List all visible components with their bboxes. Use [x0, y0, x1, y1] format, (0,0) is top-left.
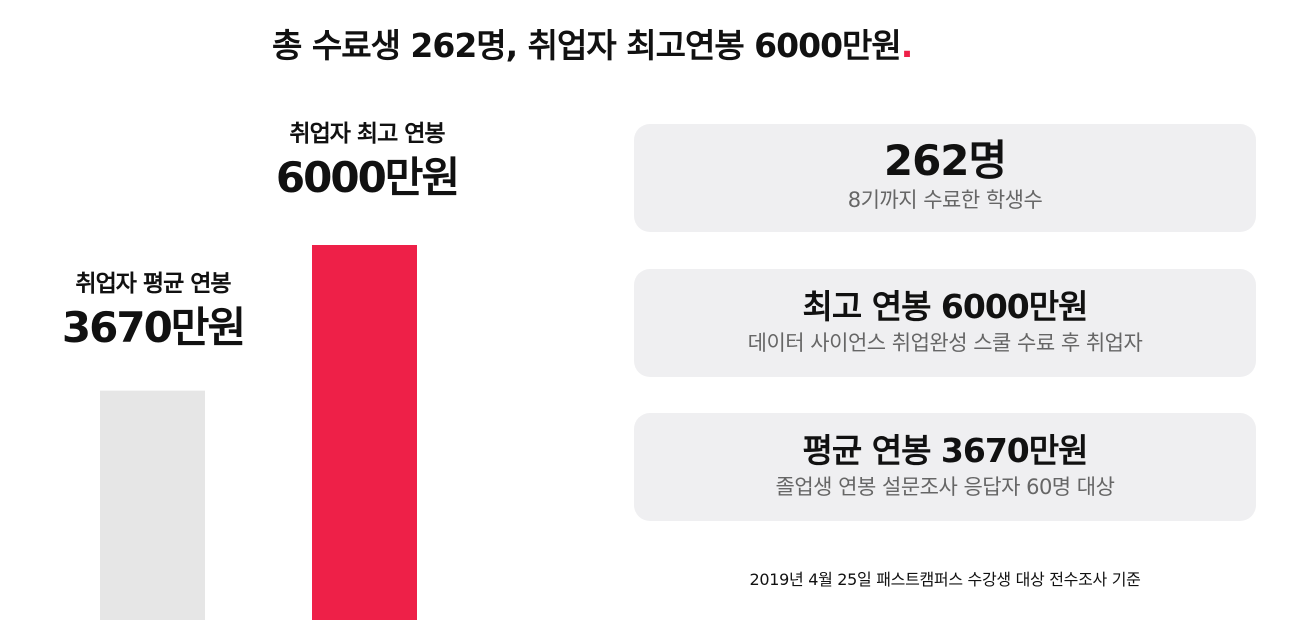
stat-card-subtitle: 8기까지 수료한 학생수 — [847, 188, 1043, 212]
bar-category-label-average: 취업자 평균 연봉 — [75, 271, 231, 297]
stat-card-graduates: 262명 8기까지 수료한 학생수 — [634, 124, 1256, 232]
bar-max-salary — [312, 245, 417, 620]
bar-value-label-average: 3670만원 — [61, 303, 246, 352]
bar-average-salary — [100, 390, 205, 620]
stat-card-title: 최고 연봉 6000만원 — [802, 287, 1089, 326]
stat-card-title: 평균 연봉 3670만원 — [802, 431, 1089, 470]
bar-category-label-max: 취업자 최고 연봉 — [289, 121, 445, 147]
stat-card-subtitle: 데이터 사이언스 취업완성 스쿨 수료 후 취업자 — [747, 331, 1143, 355]
stat-card-title: 262명 — [883, 136, 1007, 185]
stat-card-max-salary: 최고 연봉 6000만원 데이터 사이언스 취업완성 스쿨 수료 후 취업자 — [634, 269, 1256, 377]
salary-bar-chart: 취업자 평균 연봉 3670만원 취업자 최고 연봉 6000만원 — [0, 0, 600, 620]
stat-card-subtitle: 졸업생 연봉 설문조사 응답자 60명 대상 — [775, 475, 1115, 499]
bar-caption-average: 취업자 평균 연봉 3670만원 — [40, 268, 266, 356]
bar-value-label-max: 6000만원 — [275, 153, 460, 202]
headline-dot: . — [900, 26, 914, 65]
survey-footnote: 2019년 4월 25일 패스트캠퍼스 수강생 대상 전수조사 기준 — [749, 570, 1141, 589]
stat-card-avg-salary: 평균 연봉 3670만원 졸업생 연봉 설문조사 응답자 60명 대상 — [634, 413, 1256, 521]
bar-caption-max: 취업자 최고 연봉 6000만원 — [254, 118, 480, 206]
